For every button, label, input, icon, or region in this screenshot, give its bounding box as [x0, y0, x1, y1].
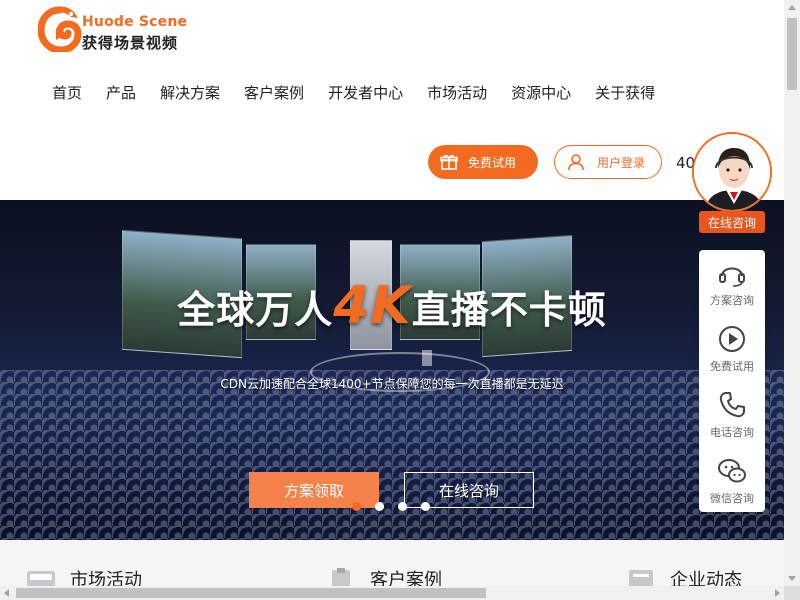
nav-item-resources[interactable]: 资源中心	[511, 82, 571, 103]
user-login-button[interactable]: 用户登录	[554, 145, 662, 179]
scrollbar-corner	[784, 586, 800, 600]
nav-item-events[interactable]: 市场活动	[427, 82, 487, 103]
carousel-dot-3[interactable]	[398, 502, 407, 511]
brand-name-cn: 获得场景视频	[82, 34, 179, 52]
play-icon	[719, 326, 745, 352]
quick-links-strip: 市场活动 客户案例 企业动态	[0, 540, 784, 586]
customer-service-avatar[interactable]	[692, 132, 772, 212]
nav-item-products[interactable]: 产品	[106, 82, 136, 103]
side-item-phone-consult[interactable]: 电话咨询	[699, 390, 765, 440]
hero-title: 全球万人4K直播不卡顿	[0, 276, 784, 336]
side-item-wechat-consult[interactable]: 微信咨询	[699, 456, 765, 506]
brand-name-en: Huode Scene	[82, 14, 188, 30]
strip-item-news[interactable]: 企业动态	[626, 566, 742, 586]
scroll-left-arrow-icon[interactable]	[4, 589, 9, 597]
nav-item-about[interactable]: 关于获得	[595, 82, 655, 103]
online-consult-tag[interactable]: 在线咨询	[699, 211, 765, 233]
scroll-down-arrow-icon[interactable]	[788, 576, 796, 581]
brand-logo[interactable]: Huode Scene 获得场景视频	[38, 6, 198, 54]
strip-item-events[interactable]: 市场活动	[26, 566, 142, 586]
side-item-free-trial[interactable]: 免费试用	[699, 324, 765, 374]
hero-subtitle: CDN云加速配合全球1400+节点保障您的每一次直播都是无延迟	[220, 377, 564, 391]
strip-item-cases[interactable]: 客户案例	[326, 566, 442, 586]
carousel-dot-1[interactable]	[352, 502, 361, 511]
side-label-plan-consult: 方案咨询	[710, 294, 754, 307]
hero-banner: 全球万人4K直播不卡顿 CDN云加速配合全球1400+节点保障您的每一次直播都是…	[0, 200, 784, 540]
horizontal-scroll-thumb[interactable]	[16, 588, 486, 598]
side-item-plan-consult[interactable]: 方案咨询	[699, 258, 765, 308]
free-trial-button[interactable]: 免费试用	[428, 145, 538, 179]
carousel-dots	[352, 502, 444, 511]
vertical-scrollbar[interactable]	[784, 0, 800, 586]
carousel-dot-4[interactable]	[421, 502, 430, 511]
nav-item-developers[interactable]: 开发者中心	[328, 82, 403, 103]
news-icon	[629, 570, 653, 586]
side-label-phone-consult: 电话咨询	[710, 426, 754, 439]
horizontal-scrollbar[interactable]	[0, 586, 784, 600]
floating-contact-panel: 方案咨询 免费试用 电话咨询 微信咨询	[699, 250, 765, 512]
free-trial-label: 免费试用	[468, 155, 517, 170]
bus-icon	[27, 571, 55, 586]
audience-crowd	[0, 370, 784, 540]
gift-icon	[440, 154, 458, 170]
site-header: Huode Scene 获得场景视频 首页 产品 解决方案 客户案例 开发者中心…	[0, 0, 784, 200]
phone-icon	[719, 392, 745, 418]
carousel-dot-2[interactable]	[375, 502, 384, 511]
hero-title-post: 直播不卡顿	[411, 288, 607, 332]
chameleon-logo-icon	[38, 6, 82, 52]
stage-podium	[422, 350, 432, 366]
clipboard-icon	[332, 568, 350, 586]
strip-label-cases: 客户案例	[370, 570, 442, 586]
side-label-free-trial: 免费试用	[710, 360, 754, 373]
user-login-label: 用户登录	[597, 155, 646, 170]
main-nav: 首页 产品 解决方案 客户案例 开发者中心 市场活动 资源中心 关于获得	[40, 82, 667, 103]
nav-item-home[interactable]: 首页	[52, 82, 82, 103]
side-label-wechat-consult: 微信咨询	[710, 492, 754, 505]
strip-label-events: 市场活动	[70, 570, 142, 586]
hero-title-pre: 全球万人	[177, 288, 334, 332]
vertical-scroll-thumb[interactable]	[787, 18, 797, 90]
strip-label-news: 企业动态	[670, 570, 742, 586]
user-icon	[568, 154, 584, 171]
scroll-right-arrow-icon[interactable]	[775, 589, 780, 597]
nav-item-cases[interactable]: 客户案例	[244, 82, 304, 103]
hero-title-highlight: 4K	[333, 276, 412, 336]
headset-icon	[719, 267, 745, 287]
nav-item-solutions[interactable]: 解决方案	[160, 82, 220, 103]
scroll-up-arrow-icon[interactable]	[788, 5, 796, 10]
wechat-icon	[718, 459, 746, 483]
